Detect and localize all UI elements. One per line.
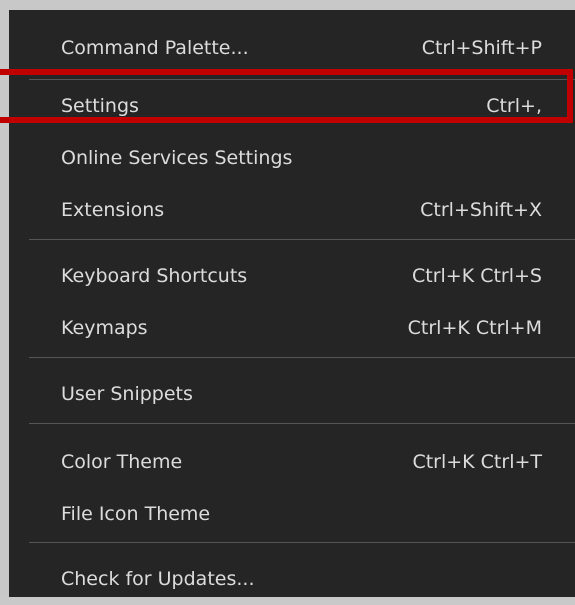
menu-item-label: Command Palette... (61, 37, 249, 59)
menu-item-shortcut: Ctrl+, (486, 95, 542, 117)
menu-item-label: User Snippets (61, 383, 193, 405)
menu-item-label: Check for Updates... (61, 568, 255, 590)
menu-item-file-icon-theme[interactable]: File Icon Theme (9, 488, 575, 540)
menu-item-label: File Icon Theme (61, 503, 211, 525)
menu-separator (29, 542, 575, 543)
menu-item-online-services-settings[interactable]: Online Services Settings (9, 132, 575, 184)
menu-item-settings[interactable]: Settings Ctrl+, (9, 80, 575, 132)
menu-item-shortcut: Ctrl+K Ctrl+M (407, 317, 542, 339)
menu-item-label: Settings (61, 95, 139, 117)
menu-item-label: Online Services Settings (61, 147, 293, 169)
menu-item-label: Color Theme (61, 451, 183, 473)
screenshot-frame: Command Palette... Ctrl+Shift+P Settings… (0, 0, 575, 597)
menu-item-label: Extensions (61, 199, 165, 221)
menu-item-command-palette[interactable]: Command Palette... Ctrl+Shift+P (9, 22, 575, 74)
menu-separator (29, 357, 575, 358)
menu-item-label: Keyboard Shortcuts (61, 265, 248, 287)
menu-item-user-snippets[interactable]: User Snippets (9, 368, 575, 420)
menu-item-color-theme[interactable]: Color Theme Ctrl+K Ctrl+T (9, 436, 575, 488)
menu-item-extensions[interactable]: Extensions Ctrl+Shift+X (9, 184, 575, 236)
preferences-menu: Command Palette... Ctrl+Shift+P Settings… (9, 10, 575, 597)
menu-item-check-for-updates[interactable]: Check for Updates... (9, 553, 575, 605)
menu-item-shortcut: Ctrl+Shift+X (420, 199, 542, 221)
menu-item-shortcut: Ctrl+K Ctrl+S (411, 265, 542, 287)
menu-separator (29, 239, 575, 240)
menu-item-shortcut: Ctrl+K Ctrl+T (412, 451, 542, 473)
menu-item-keyboard-shortcuts[interactable]: Keyboard Shortcuts Ctrl+K Ctrl+S (9, 250, 575, 302)
menu-item-keymaps[interactable]: Keymaps Ctrl+K Ctrl+M (9, 302, 575, 354)
menu-item-label: Keymaps (61, 317, 148, 339)
menu-separator (29, 423, 575, 424)
menu-item-shortcut: Ctrl+Shift+P (421, 37, 542, 59)
